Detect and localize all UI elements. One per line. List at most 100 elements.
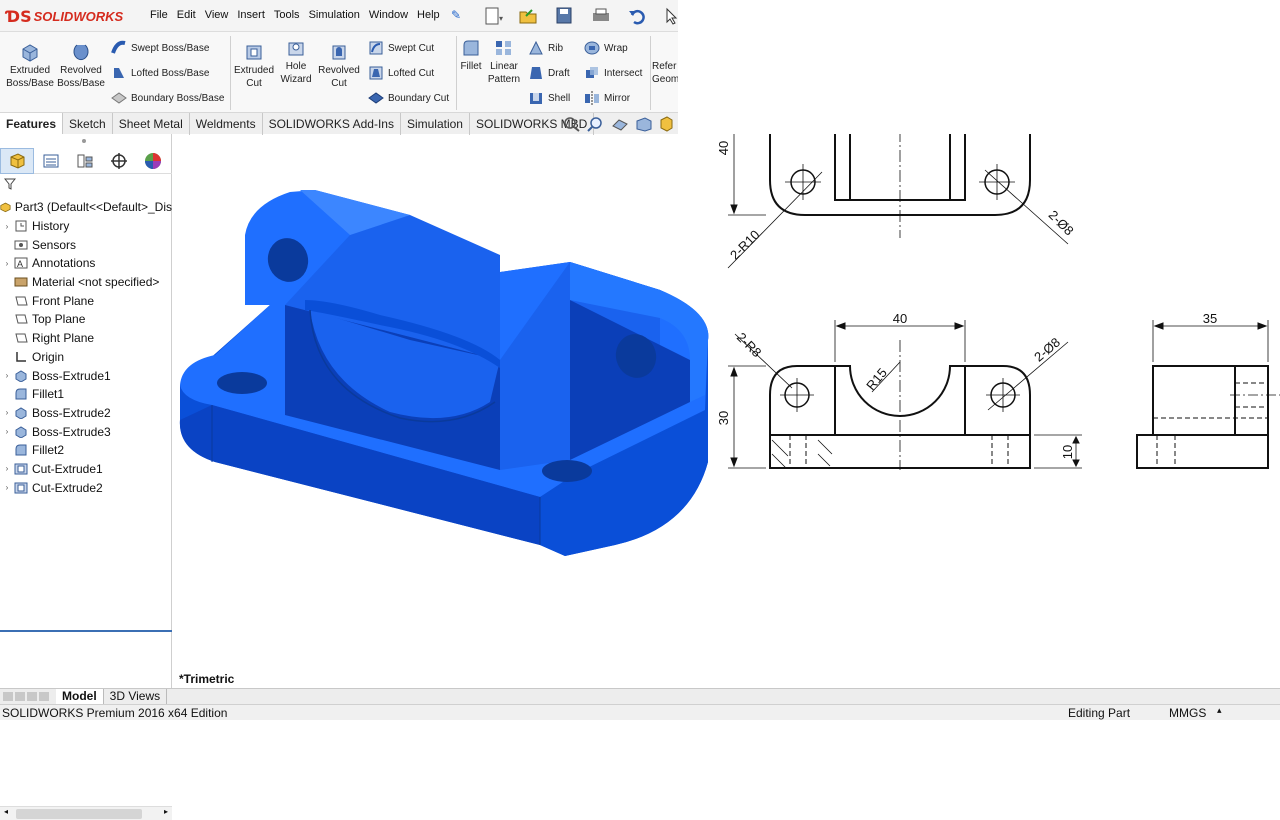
tab-3d-views[interactable]: 3D Views	[104, 689, 168, 705]
previous-view-icon[interactable]	[611, 116, 629, 132]
zoom-to-fit-icon[interactable]	[563, 116, 581, 132]
dim-front-base: 10	[1060, 445, 1075, 459]
tree-item-cut-extrude1[interactable]: › Cut-Extrude1	[0, 460, 172, 479]
wrap-button[interactable]: Wrap	[584, 40, 628, 56]
rollback-bar[interactable]	[0, 630, 172, 632]
unit-system-dropdown-icon[interactable]: ▴	[1217, 705, 1222, 716]
expand-arrow-icon[interactable]: ›	[0, 464, 14, 473]
tree-item-cut-extrude2[interactable]: › Cut-Extrude2	[0, 478, 172, 497]
configuration-manager-icon	[77, 154, 93, 168]
solidworks-logo[interactable]: ƊS SOLIDWORKS	[0, 0, 132, 32]
dimxpert-icon	[111, 153, 127, 169]
pin-icon[interactable]: ✎	[451, 8, 461, 22]
extruded-boss-button[interactable]: Extruded Boss/Base	[6, 42, 54, 90]
tab-configuration-manager[interactable]	[68, 148, 102, 174]
expand-arrow-icon[interactable]: ›	[0, 259, 14, 268]
tree-item-annotations[interactable]: › A Annotations	[0, 254, 172, 273]
tab-solidworks-add-ins[interactable]: SOLIDWORKS Add-Ins	[263, 113, 401, 135]
svg-text:A: A	[17, 259, 23, 269]
feature-icon	[15, 296, 28, 306]
revolved-boss-button[interactable]: Revolved Boss/Base	[57, 42, 105, 90]
reference-geometry-button[interactable]: Refer Geom	[652, 60, 678, 86]
revolved-cut-button[interactable]: Revolved Cut	[316, 42, 362, 90]
tree-item-top-plane[interactable]: Top Plane	[0, 310, 172, 329]
draft-button[interactable]: Draft	[528, 65, 570, 81]
unit-system[interactable]: MMGS	[1169, 706, 1206, 720]
menu-tools[interactable]: Tools	[274, 9, 300, 21]
extruded-cut-button[interactable]: Extruded Cut	[232, 42, 276, 90]
tree-item-sensors[interactable]: Sensors	[0, 235, 172, 254]
dim-top-depth: 40	[716, 141, 731, 155]
rib-button[interactable]: Rib	[528, 40, 563, 56]
menu-simulation[interactable]: Simulation	[309, 9, 360, 21]
swept-cut-button[interactable]: Swept Cut	[368, 40, 434, 56]
mirror-button[interactable]: Mirror	[584, 90, 630, 106]
boundary-boss-button[interactable]: Boundary Boss/Base	[111, 90, 224, 106]
tree-item-fillet2[interactable]: Fillet2	[0, 441, 172, 460]
tab-features[interactable]: Features	[0, 113, 64, 135]
shell-button[interactable]: Shell	[528, 90, 570, 106]
tree-item-boss-extrude1[interactable]: › Boss-Extrude1	[0, 366, 172, 385]
tab-model[interactable]: Model	[56, 689, 104, 705]
fillet-button[interactable]: Fillet	[458, 38, 484, 73]
lofted-cut-button[interactable]: Lofted Cut	[368, 65, 434, 81]
swept-boss-button[interactable]: Swept Boss/Base	[111, 40, 209, 56]
tab-display-manager[interactable]	[136, 148, 170, 174]
tree-item-fillet1[interactable]: Fillet1	[0, 385, 172, 404]
view-orientation-icon[interactable]	[659, 116, 673, 132]
expand-arrow-icon[interactable]: ›	[0, 371, 14, 380]
graphics-area[interactable]: 80 40 10 2-R10 2-Ø8	[173, 10, 1280, 688]
3d-part-model[interactable]	[179, 190, 709, 556]
hole-wizard-button[interactable]: Hole Wizard	[276, 38, 316, 86]
menu-edit[interactable]: Edit	[177, 9, 196, 21]
tab-feature-manager[interactable]	[0, 148, 34, 174]
menu-window[interactable]: Window	[369, 9, 408, 21]
feature-icon	[14, 240, 28, 250]
section-view-icon[interactable]	[635, 116, 653, 132]
intersect-button[interactable]: Intersect	[584, 65, 642, 81]
tree-root-part[interactable]: Part3 (Default<<Default>_Dis	[0, 198, 172, 217]
expand-arrow-icon[interactable]: ›	[0, 222, 14, 231]
tree-item-boss-extrude3[interactable]: › Boss-Extrude3	[0, 422, 172, 441]
tree-item-origin[interactable]: Origin	[0, 348, 172, 367]
undo-button[interactable]	[622, 5, 652, 27]
expand-arrow-icon[interactable]: ›	[0, 483, 14, 492]
tab-scroll-buttons[interactable]	[0, 689, 56, 704]
expand-arrow-icon[interactable]: ›	[0, 427, 14, 436]
tree-item-right-plane[interactable]: Right Plane	[0, 329, 172, 348]
save-button[interactable]	[550, 5, 580, 27]
tab-property-manager[interactable]	[34, 148, 68, 174]
front-view: 40 2-R8 2-Ø8 R15 30 10	[716, 311, 1082, 470]
open-button[interactable]	[514, 5, 544, 27]
expand-arrow-icon[interactable]: ›	[0, 408, 14, 417]
tab-sheet-metal[interactable]: Sheet Metal	[113, 113, 190, 135]
select-button[interactable]	[658, 5, 688, 27]
tab-sketch[interactable]: Sketch	[63, 113, 113, 135]
swept-cut-icon	[369, 41, 383, 55]
tab-simulation[interactable]: Simulation	[401, 113, 470, 135]
panel-horizontal-scrollbar[interactable]: ◂ ▸	[0, 806, 172, 820]
tree-item-history[interactable]: › History	[0, 217, 172, 236]
scroll-right-icon[interactable]: ▸	[164, 807, 168, 816]
tree-item-boss-extrude2[interactable]: › Boss-Extrude2	[0, 404, 172, 423]
tree-item-material-not-specified[interactable]: Material <not specified>	[0, 273, 172, 292]
boundary-cut-button[interactable]: Boundary Cut	[368, 90, 449, 106]
new-document-button[interactable]: ▾	[478, 5, 508, 27]
scroll-thumb[interactable]	[16, 809, 142, 819]
draft-icon	[530, 67, 542, 79]
linear-pattern-button[interactable]: Linear Pattern	[486, 38, 522, 86]
collapse-panel-icon[interactable]	[80, 138, 88, 144]
scroll-left-icon[interactable]: ◂	[4, 807, 8, 816]
zoom-to-area-icon[interactable]	[587, 116, 605, 132]
print-button[interactable]	[586, 5, 616, 27]
menu-insert[interactable]: Insert	[237, 9, 265, 21]
command-manager-ribbon: Extruded Boss/Base Revolved Boss/Base Sw…	[0, 32, 678, 112]
menu-help[interactable]: Help	[417, 9, 440, 21]
tab-weldments[interactable]: Weldments	[190, 113, 263, 135]
menu-view[interactable]: View	[205, 9, 229, 21]
filter-icon[interactable]	[4, 178, 16, 190]
menu-file[interactable]: File	[150, 9, 168, 21]
tab-dimxpert-manager[interactable]	[102, 148, 136, 174]
tree-item-front-plane[interactable]: Front Plane	[0, 291, 172, 310]
lofted-boss-button[interactable]: Lofted Boss/Base	[111, 65, 209, 81]
